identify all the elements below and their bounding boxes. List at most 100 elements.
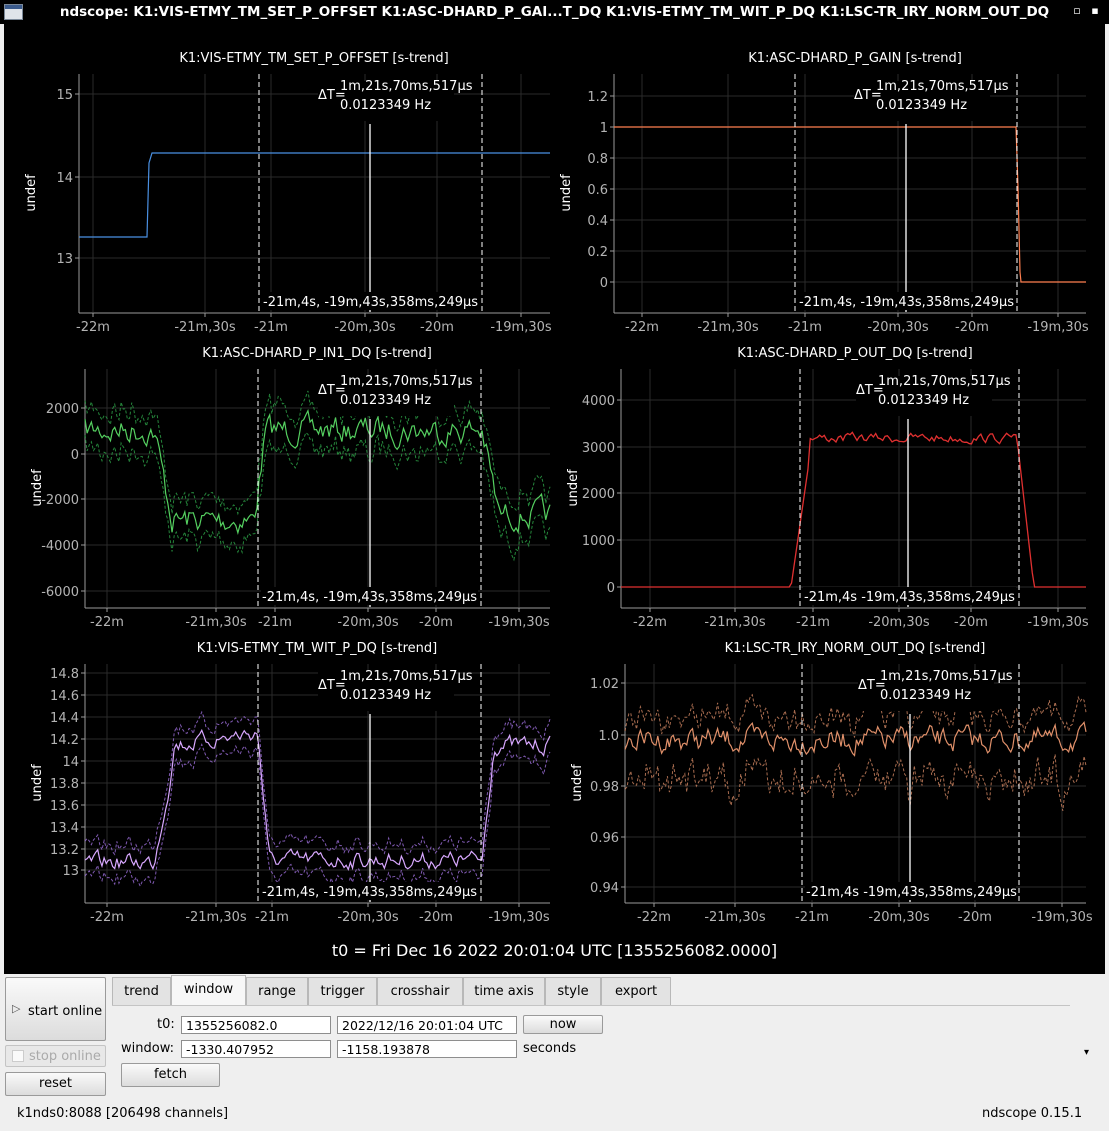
x-tick-label: -22m [637, 910, 671, 925]
x-tick-label: -21m,30s [185, 910, 247, 925]
delta-time: 1m,21s,70ms,517µs [340, 669, 473, 684]
trace-line [621, 431, 1086, 588]
cursor-positions: -21m,4s, -19m,43s,358ms,249µs [262, 885, 477, 900]
stop-checkbox-icon [12, 1050, 24, 1062]
plot-area[interactable]: 15 14 13 -22m -21m,30s -21m -20m,30s -20m -19m,3… [4, 24, 1105, 974]
y-tick-label: 13.6 [50, 799, 79, 814]
reset-button[interactable]: reset [5, 1072, 106, 1096]
plot-title: K1:ASC-DHARD_P_OUT_DQ [s-trend] [737, 346, 972, 361]
close-icon[interactable]: ▪ [1088, 4, 1102, 18]
plots-canvas[interactable]: 15 14 13 -22m -21m,30s -21m -20m,30s -20m -19m,3… [4, 24, 1105, 974]
x-tick-label: -21m,30s [185, 615, 247, 630]
play-icon: ▷ [12, 1002, 21, 1015]
y-tick-label: 0.98 [590, 780, 619, 795]
tab-range[interactable]: range [246, 977, 308, 1005]
y-axis-label: undef [24, 174, 39, 212]
delta-freq: 0.0123349 Hz [340, 688, 431, 703]
delta-freq: 0.0123349 Hz [876, 98, 967, 113]
x-tick-label: -20m,30s [337, 615, 399, 630]
y-tick-label: 13 [62, 864, 79, 879]
plot-panel-3[interactable] [81, 369, 551, 612]
tab-trend[interactable]: trend [112, 977, 171, 1005]
plot-title: K1:VIS-ETMY_TM_WIT_P_DQ [s-trend] [197, 641, 437, 656]
t0-utc-field[interactable] [337, 1016, 517, 1034]
stop-online-button[interactable]: stop online [5, 1045, 106, 1067]
plot-title: K1:ASC-DHARD_P_IN1_DQ [s-trend] [202, 346, 432, 361]
y-tick-label: 14.8 [50, 667, 79, 682]
x-tick-label: -20m,30s [868, 615, 930, 630]
y-tick-label: 2000 [46, 402, 79, 417]
x-tick-label: -22m [90, 615, 124, 630]
tab-style[interactable]: style [545, 977, 601, 1005]
tab-window[interactable]: window [171, 975, 246, 1006]
y-tick-label: 2000 [582, 487, 615, 502]
x-tick-label: -20m,30s [334, 320, 396, 335]
plot-panel-5[interactable] [81, 664, 551, 907]
x-tick-label: -19m,30s [1031, 910, 1093, 925]
scroll-down-icon[interactable]: ▾ [1084, 1047, 1089, 1058]
window-end-field[interactable] [337, 1040, 517, 1058]
x-tick-label: -19m,30s [490, 320, 552, 335]
window-titlebar: ndscope: K1:VIS-ETMY_TM_SET_P_OFFSET K1:… [0, 0, 1109, 24]
y-tick-label: 3000 [582, 441, 615, 456]
y-tick-label: 13.2 [50, 843, 79, 858]
x-tick-label: -21m [258, 615, 292, 630]
delta-freq: 0.0123349 Hz [878, 393, 969, 408]
trace-min [624, 754, 1087, 811]
delta-time: 1m,21s,70ms,517µs [880, 669, 1013, 684]
y-tick-label: 14.2 [50, 733, 79, 748]
x-tick-label: -20m,30s [867, 320, 929, 335]
fetch-button[interactable]: fetch [121, 1063, 220, 1087]
y-tick-label: -2000 [41, 493, 79, 508]
y-tick-label: 13.4 [50, 821, 79, 836]
t0-display: t0 = Fri Dec 16 2022 20:01:04 UTC [13552… [331, 941, 778, 960]
y-tick-label: 0.96 [590, 831, 619, 846]
y-tick-label: 14 [56, 171, 73, 186]
x-tick-label: -21m [255, 910, 289, 925]
t0-gps-field[interactable] [181, 1016, 331, 1034]
cursor-positions: -21m,4s -19m,43s,358ms,249µs [804, 590, 1015, 605]
tab-export[interactable]: export [601, 977, 671, 1005]
window-title: ndscope: K1:VIS-ETMY_TM_SET_P_OFFSET K1:… [59, 4, 1050, 20]
y-tick-label: 0 [607, 581, 615, 596]
y-axis-label: undef [566, 469, 581, 507]
delta-time: 1m,21s,70ms,517µs [878, 374, 1011, 389]
cursor-positions: -21m,4s, -19m,43s,358ms,249µs [263, 295, 478, 310]
trace-line [84, 408, 551, 535]
delta-time: 1m,21s,70ms,517µs [340, 79, 473, 94]
cursor-positions: -21m,4s, -19m,43s,358ms,249µs [799, 295, 1014, 310]
y-tick-label: 1.0 [598, 729, 619, 744]
y-tick-label: 13 [56, 252, 73, 267]
tab-crosshair[interactable]: crosshair [377, 977, 463, 1005]
x-tick-label: -19m,30s [488, 910, 550, 925]
tab-trigger[interactable]: trigger [308, 977, 377, 1005]
now-button[interactable]: now [523, 1015, 603, 1034]
x-tick-label: -20m,30s [868, 910, 930, 925]
server-status: k1nds0:8088 [206498 channels] [17, 1106, 229, 1121]
plot-panel-4[interactable] [617, 369, 1086, 612]
y-tick-label: 15 [56, 88, 73, 103]
y-tick-label: 4000 [582, 394, 615, 409]
y-axis-label: undef [570, 764, 585, 802]
tab-time-axis[interactable]: time axis [463, 977, 545, 1005]
plot-panel-1[interactable] [75, 74, 550, 317]
x-tick-label: -21m [254, 320, 288, 335]
x-tick-label: -20m [954, 615, 988, 630]
x-tick-label: -21m,30s [174, 320, 236, 335]
delta-freq: 0.0123349 Hz [340, 393, 431, 408]
y-axis-label: undef [30, 469, 45, 507]
window-start-field[interactable] [181, 1040, 331, 1058]
plot-panel-6[interactable] [621, 664, 1087, 907]
y-tick-label: 1000 [582, 534, 615, 549]
plot-title: K1:VIS-ETMY_TM_SET_P_OFFSET [s-trend] [179, 51, 448, 66]
x-tick-label: -22m [625, 320, 659, 335]
cursor-positions: -21m,4s, -19m,43s,358ms,249µs [262, 590, 477, 605]
x-tick-label: -20m [955, 320, 989, 335]
y-tick-label: 0.6 [587, 183, 608, 198]
x-tick-label: -20m [419, 615, 453, 630]
y-tick-label: 13.8 [50, 777, 79, 792]
start-online-button[interactable]: ▷ start online [5, 977, 106, 1041]
plot-panel-2[interactable] [610, 74, 1086, 317]
minimize-icon[interactable]: ▫ [1070, 4, 1084, 18]
x-tick-label: -22m [76, 320, 110, 335]
